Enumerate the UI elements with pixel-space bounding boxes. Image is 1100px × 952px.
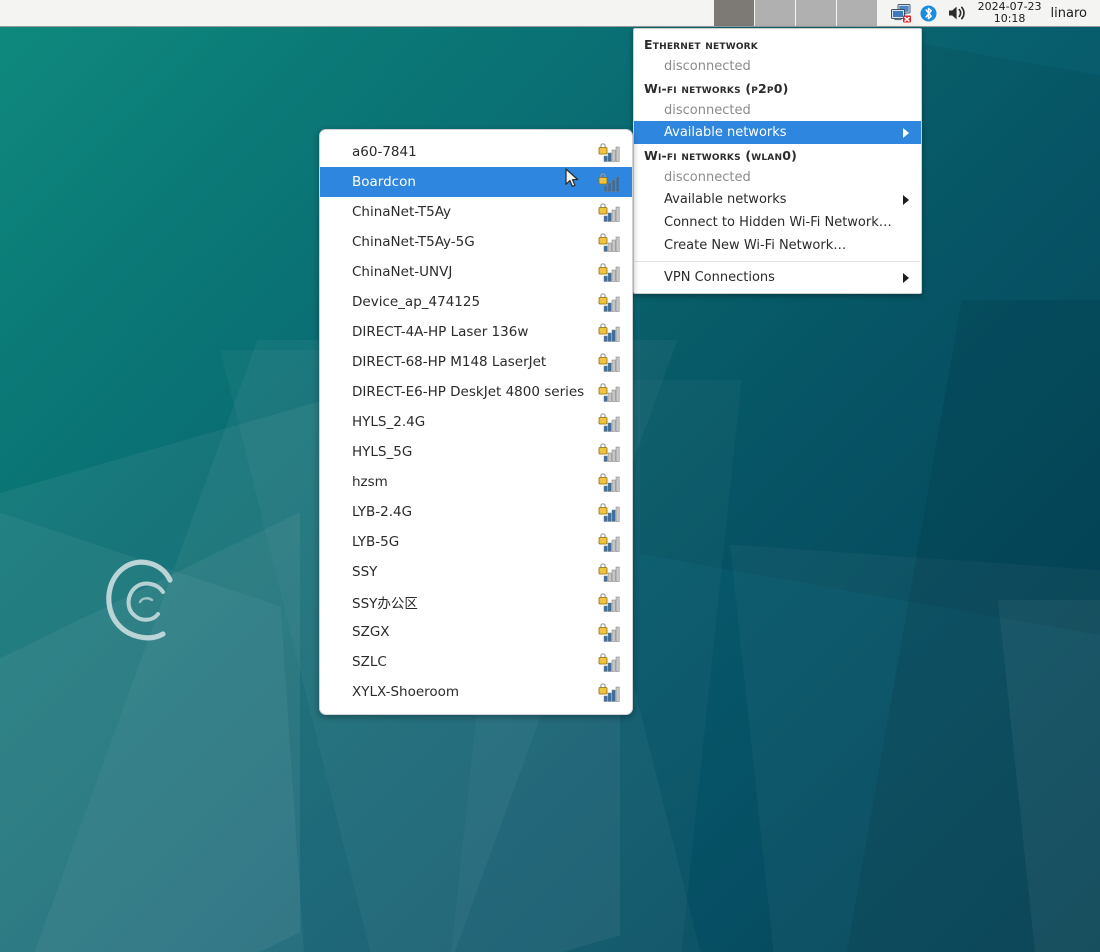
network-list-item[interactable]: Boardcon <box>320 167 632 197</box>
menu-item-label: Available networks <box>664 125 787 140</box>
network-list-item[interactable]: Device_ap_474125 <box>320 287 632 317</box>
window-task-area[interactable] <box>0 0 714 26</box>
network-disconnected-icon[interactable] <box>887 0 915 27</box>
network-list-item[interactable]: DIRECT-68-HP M148 LaserJet <box>320 347 632 377</box>
network-ssid-label: HYLS_5G <box>352 444 598 460</box>
menu-item-label: VPN Connections <box>664 270 775 285</box>
network-list-item[interactable]: SSY <box>320 557 632 587</box>
menu-separator <box>635 261 920 262</box>
network-ssid-label: a60-7841 <box>352 144 598 160</box>
network-list-item[interactable]: HYLS_5G <box>320 437 632 467</box>
network-list-item[interactable]: LYB-2.4G <box>320 497 632 527</box>
network-list-item[interactable]: LYB-5G <box>320 527 632 557</box>
chevron-right-icon <box>903 128 909 138</box>
menu-item-available-networks[interactable]: Available networks <box>634 188 921 211</box>
wifi-signal-secured-icon <box>598 172 622 192</box>
network-list-item[interactable]: XYLX-Shoeroom <box>320 677 632 707</box>
network-list-item[interactable]: a60-7841 <box>320 137 632 167</box>
workspace-switcher[interactable] <box>714 0 881 26</box>
network-ssid-label: Boardcon <box>352 174 598 190</box>
wifi-signal-secured-icon <box>598 202 622 222</box>
menu-section-status: disconnected <box>634 100 921 121</box>
network-ssid-label: LYB-2.4G <box>352 504 598 520</box>
network-ssid-label: LYB-5G <box>352 534 598 550</box>
network-ssid-label: ChinaNet-UNVJ <box>352 264 598 280</box>
network-ssid-label: DIRECT-4A-HP Laser 136w <box>352 324 598 340</box>
username-label[interactable]: linaro <box>1051 6 1096 21</box>
system-tray: 2024-07-23 10:18 linaro <box>881 0 1100 26</box>
network-list-item[interactable]: SZLC <box>320 647 632 677</box>
menu-section-header: Wi-Fi Networks (p2p0) <box>634 77 921 100</box>
bluetooth-icon[interactable] <box>915 0 943 27</box>
debian-swirl-logo <box>100 556 184 644</box>
network-list-item[interactable]: DIRECT-4A-HP Laser 136w <box>320 317 632 347</box>
wifi-signal-secured-icon <box>598 292 622 312</box>
network-ssid-label: DIRECT-E6-HP DeskJet 4800 series <box>352 384 598 400</box>
network-list-item[interactable]: HYLS_2.4G <box>320 407 632 437</box>
wifi-signal-secured-icon <box>598 412 622 432</box>
network-list-item[interactable]: ChinaNet-T5Ay-5G <box>320 227 632 257</box>
menu-item-label: Connect to Hidden Wi-Fi Network… <box>664 215 892 230</box>
wifi-signal-secured-icon <box>598 322 622 342</box>
network-ssid-label: DIRECT-68-HP M148 LaserJet <box>352 354 598 370</box>
volume-icon[interactable] <box>943 0 971 27</box>
workspace-button-3[interactable] <box>796 0 837 26</box>
network-ssid-label: ChinaNet-T5Ay <box>352 204 598 220</box>
wifi-signal-secured-icon <box>598 142 622 162</box>
wifi-signal-secured-icon <box>598 262 622 282</box>
network-ssid-label: SSY <box>352 564 598 580</box>
wifi-signal-secured-icon <box>598 472 622 492</box>
menu-item-vpn-connections[interactable]: VPN Connections <box>634 266 921 289</box>
menu-section-status: disconnected <box>634 167 921 188</box>
wifi-signal-secured-icon <box>598 622 622 642</box>
network-manager-menu: Ethernet NetworkdisconnectedWi-Fi Networ… <box>633 28 922 294</box>
taskbar: 2024-07-23 10:18 linaro <box>0 0 1100 27</box>
network-ssid-label: XYLX-Shoeroom <box>352 684 598 700</box>
network-ssid-label: SZLC <box>352 654 598 670</box>
menu-item-label: Create New Wi-Fi Network… <box>664 238 846 253</box>
wifi-signal-secured-icon <box>598 232 622 252</box>
wifi-signal-secured-icon <box>598 502 622 522</box>
network-ssid-label: hzsm <box>352 474 598 490</box>
menu-section-status: disconnected <box>634 56 921 77</box>
wifi-signal-secured-icon <box>598 442 622 462</box>
network-list-item[interactable]: hzsm <box>320 467 632 497</box>
network-list-item[interactable]: ChinaNet-UNVJ <box>320 257 632 287</box>
menu-item-create-new-wi-fi-network[interactable]: Create New Wi-Fi Network… <box>634 234 921 257</box>
network-list-item[interactable]: SSY办公区 <box>320 587 632 617</box>
clock-time: 10:18 <box>978 13 1042 25</box>
menu-item-available-networks[interactable]: Available networks <box>634 121 921 144</box>
chevron-right-icon <box>903 195 909 205</box>
network-list-item[interactable]: ChinaNet-T5Ay <box>320 197 632 227</box>
menu-section-header: Ethernet Network <box>634 33 921 56</box>
workspace-button-1[interactable] <box>714 0 755 26</box>
wifi-signal-secured-icon <box>598 532 622 552</box>
workspace-button-4[interactable] <box>837 0 878 26</box>
available-networks-submenu: a60-7841 Boardcon ChinaNet-T5Ay ChinaNet-T5… <box>319 129 633 715</box>
network-list-item[interactable]: SZGX <box>320 617 632 647</box>
wifi-signal-secured-icon <box>598 682 622 702</box>
clock[interactable]: 2024-07-23 10:18 <box>971 1 1051 25</box>
mouse-cursor <box>565 168 581 190</box>
network-ssid-label: SZGX <box>352 624 598 640</box>
network-ssid-label: HYLS_2.4G <box>352 414 598 430</box>
wifi-signal-secured-icon <box>598 592 622 612</box>
menu-item-label: Available networks <box>664 192 787 207</box>
wifi-signal-secured-icon <box>598 652 622 672</box>
network-ssid-label: Device_ap_474125 <box>352 294 598 310</box>
menu-item-connect-to-hidden-wi-fi-network[interactable]: Connect to Hidden Wi-Fi Network… <box>634 211 921 234</box>
wifi-signal-secured-icon <box>598 352 622 372</box>
network-list-item[interactable]: DIRECT-E6-HP DeskJet 4800 series <box>320 377 632 407</box>
menu-section-header: Wi-Fi Networks (wlan0) <box>634 144 921 167</box>
chevron-right-icon <box>903 273 909 283</box>
network-ssid-label: ChinaNet-T5Ay-5G <box>352 234 598 250</box>
workspace-button-2[interactable] <box>755 0 796 26</box>
network-ssid-label: SSY办公区 <box>352 592 598 612</box>
wifi-signal-secured-icon <box>598 562 622 582</box>
wifi-signal-secured-icon <box>598 382 622 402</box>
